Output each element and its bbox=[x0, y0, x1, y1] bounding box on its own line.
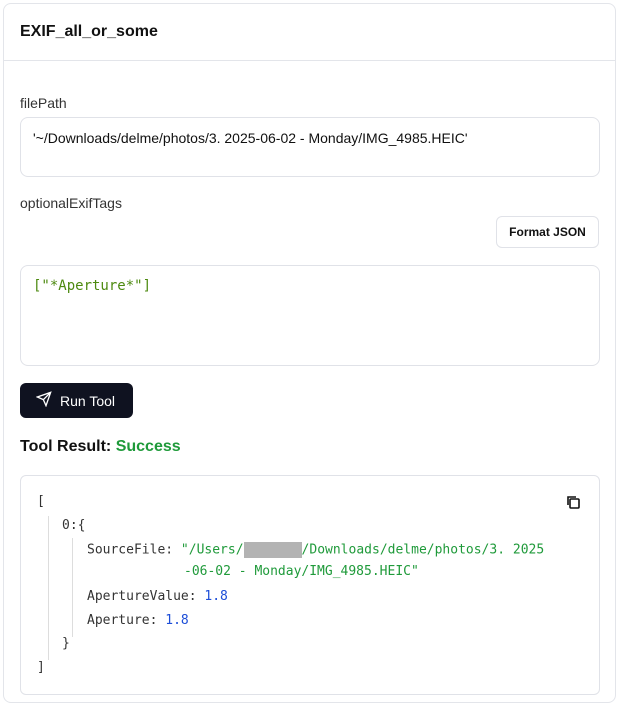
aperture-row: Aperture: 1.8 bbox=[87, 613, 189, 628]
copy-icon[interactable] bbox=[565, 494, 581, 514]
send-icon bbox=[35, 391, 52, 410]
run-tool-label: Run Tool bbox=[60, 392, 116, 409]
close-bracket: ] bbox=[37, 660, 45, 675]
format-json-button[interactable]: Format JSON bbox=[496, 216, 599, 248]
sourcefile-value-line2: -06-02 - Monday/IMG_4985.HEIC" bbox=[184, 564, 419, 579]
tool-card: EXIF_all_or_some filePath '~/Downloads/d… bbox=[3, 3, 616, 703]
open-bracket: [ bbox=[37, 494, 45, 509]
filepath-input[interactable]: '~/Downloads/delme/photos/3. 2025-06-02 … bbox=[20, 117, 600, 177]
tool-result-heading: Tool Result: Success bbox=[20, 438, 181, 455]
sourcefile-row: SourceFile: "/Users//Downloads/delme/pho… bbox=[87, 542, 545, 558]
tool-title: EXIF_all_or_some bbox=[4, 4, 615, 61]
index-label: 0:{ bbox=[62, 518, 86, 533]
exif-tags-label: optionalExifTags bbox=[20, 195, 122, 211]
result-status: Success bbox=[115, 438, 181, 455]
exif-tags-input[interactable]: ["*Aperture*"] bbox=[20, 265, 600, 366]
aperturevalue-row: ApertureValue: 1.8 bbox=[87, 589, 228, 604]
close-brace: } bbox=[62, 636, 70, 651]
run-tool-button[interactable]: Run Tool bbox=[20, 383, 133, 418]
result-json-viewer: [ 0:{ SourceFile: "/Users//Downloads/del… bbox=[20, 475, 600, 695]
filepath-label: filePath bbox=[20, 95, 67, 111]
